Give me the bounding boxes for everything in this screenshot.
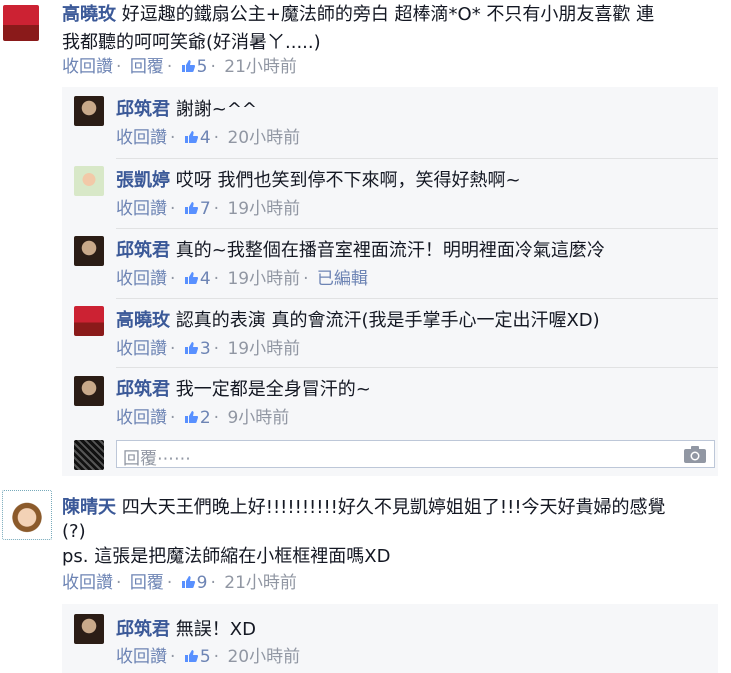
reply-text: 真的~我整個在播音室裡面流汗！明明裡面冷氣這麼冷 xyxy=(175,240,605,261)
avatar-gao[interactable] xyxy=(74,306,104,336)
like-count[interactable]: 9 xyxy=(197,573,208,593)
divider xyxy=(116,228,718,229)
comment-actions: 收回讚 · 回覆 · 5 · 21小時前 xyxy=(62,57,297,77)
thumbs-up-icon xyxy=(184,342,198,354)
reply-actions: 收回讚 · 2 · 9小時前 xyxy=(116,408,290,428)
like-count[interactable]: 2 xyxy=(200,408,211,428)
divider xyxy=(116,367,718,368)
avatar-current-user xyxy=(74,440,104,470)
comment-body: 高曉玫 好逗趣的鐵扇公主+魔法師的旁白 超棒滴*O* 不只有小朋友喜歡 連 xyxy=(62,3,654,26)
reply-actions: 收回讚 · 4 · 19小時前 · 已編輯 xyxy=(116,269,368,289)
like-count[interactable]: 5 xyxy=(200,647,211,667)
reply-text: 哎呀 我們也笑到停不下來啊，笑得好熱啊~ xyxy=(175,170,521,191)
reply-input[interactable]: 回覆⋯⋯ xyxy=(116,440,715,469)
comment-text-line2: 我都聽的呵呵笑爺(好消暑ㄚ.....) xyxy=(62,32,321,53)
unlike-link[interactable]: 收回讚 xyxy=(116,128,167,148)
reply-text: 無誤！XD xyxy=(175,619,256,640)
comment-body: 陳晴天 四大天王們晚上好!!!!!!!!!!好久不見凱婷姐姐了!!!今天好貴婦的… xyxy=(62,496,666,519)
like-count[interactable]: 4 xyxy=(200,269,211,289)
reply-author[interactable]: 邱筑君 xyxy=(116,240,170,261)
reply-body: 邱筑君 我一定都是全身冒汗的~ xyxy=(116,378,371,401)
reply-actions: 收回讚 · 5 · 20小時前 xyxy=(116,647,301,667)
avatar-qiu[interactable] xyxy=(74,614,104,644)
unlike-link[interactable]: 收回讚 xyxy=(62,57,113,77)
avatar-chen[interactable] xyxy=(2,490,52,540)
reply-text: 我一定都是全身冒汗的~ xyxy=(175,379,371,400)
timestamp[interactable]: 19小時前 xyxy=(227,199,300,219)
reply-link[interactable]: 回覆 xyxy=(130,573,164,593)
reply-body: 邱筑君 真的~我整個在播音室裡面流汗！明明裡面冷氣這麼冷 xyxy=(116,239,605,262)
avatar-gao[interactable] xyxy=(3,5,39,41)
thumbs-up-icon xyxy=(184,411,198,423)
edited-link[interactable]: 已編輯 xyxy=(317,269,368,289)
reply-actions: 收回讚 · 4 · 20小時前 xyxy=(116,128,301,148)
unlike-link[interactable]: 收回讚 xyxy=(116,199,167,219)
thumbs-up-icon xyxy=(181,576,195,588)
comment-actions: 收回讚 · 回覆 · 9 · 21小時前 xyxy=(62,573,297,593)
unlike-link[interactable]: 收回讚 xyxy=(62,573,113,593)
reply-body: 邱筑君 無誤！XD xyxy=(116,618,256,641)
reply-placeholder: 回覆⋯⋯ xyxy=(123,449,191,469)
thumbs-up-icon xyxy=(184,272,198,284)
unlike-link[interactable]: 收回讚 xyxy=(116,647,167,667)
reply-author[interactable]: 邱筑君 xyxy=(116,619,170,640)
timestamp[interactable]: 9小時前 xyxy=(227,408,289,428)
unlike-link[interactable]: 收回讚 xyxy=(116,408,167,428)
avatar-qiu[interactable] xyxy=(74,96,104,126)
divider xyxy=(116,158,718,159)
reply-text: 認真的表演 真的會流汗(我是手掌手心一定出汗喔XD) xyxy=(175,310,600,331)
reply-author[interactable]: 張凱婷 xyxy=(116,170,170,191)
reply-author[interactable]: 邱筑君 xyxy=(116,379,170,400)
reply-author[interactable]: 高曉玫 xyxy=(116,310,170,331)
avatar-zhang[interactable] xyxy=(74,166,104,196)
reply-actions: 收回讚 · 7 · 19小時前 xyxy=(116,199,301,219)
comment-author[interactable]: 陳晴天 xyxy=(62,497,116,518)
camera-icon[interactable] xyxy=(684,446,706,463)
like-count[interactable]: 5 xyxy=(197,57,208,77)
comment-text: 四大天王們晚上好!!!!!!!!!!好久不見凱婷姐姐了!!!今天好貴婦的感覺 xyxy=(121,497,666,518)
timestamp[interactable]: 19小時前 xyxy=(227,269,300,289)
reply-text: 謝謝~^^ xyxy=(175,99,257,120)
thumbs-up-icon xyxy=(184,650,198,662)
thumbs-up-icon xyxy=(181,60,195,72)
thumbs-up-icon xyxy=(184,202,198,214)
reply-body: 高曉玫 認真的表演 真的會流汗(我是手掌手心一定出汗喔XD) xyxy=(116,309,600,332)
comment-thread: 高曉玫 好逗趣的鐵扇公主+魔法師的旁白 超棒滴*O* 不只有小朋友喜歡 連 我都… xyxy=(0,0,731,673)
reply-actions: 收回讚 · 3 · 19小時前 xyxy=(116,339,301,359)
comment-text-line3: ps. 這張是把魔法師縮在小框框裡面嗎XD xyxy=(62,546,391,567)
timestamp[interactable]: 21小時前 xyxy=(224,573,297,593)
timestamp[interactable]: 21小時前 xyxy=(224,57,297,77)
timestamp[interactable]: 20小時前 xyxy=(227,647,300,667)
comment-author[interactable]: 高曉玫 xyxy=(62,4,116,25)
timestamp[interactable]: 20小時前 xyxy=(227,128,300,148)
avatar-qiu[interactable] xyxy=(74,236,104,266)
reply-link[interactable]: 回覆 xyxy=(130,57,164,77)
thumbs-up-icon xyxy=(184,131,198,143)
comment-text: 好逗趣的鐵扇公主+魔法師的旁白 超棒滴*O* 不只有小朋友喜歡 連 xyxy=(121,4,655,25)
like-count[interactable]: 4 xyxy=(200,128,211,148)
reply-body: 張凱婷 哎呀 我們也笑到停不下來啊，笑得好熱啊~ xyxy=(116,169,521,192)
like-count[interactable]: 3 xyxy=(200,339,211,359)
comment-text-line2: (?) xyxy=(62,521,86,542)
like-count[interactable]: 7 xyxy=(200,199,211,219)
avatar-qiu[interactable] xyxy=(74,376,104,406)
unlike-link[interactable]: 收回讚 xyxy=(116,339,167,359)
unlike-link[interactable]: 收回讚 xyxy=(116,269,167,289)
reply-author[interactable]: 邱筑君 xyxy=(116,99,170,120)
timestamp[interactable]: 19小時前 xyxy=(227,339,300,359)
reply-body: 邱筑君 謝謝~^^ xyxy=(116,98,257,121)
divider xyxy=(116,298,718,299)
